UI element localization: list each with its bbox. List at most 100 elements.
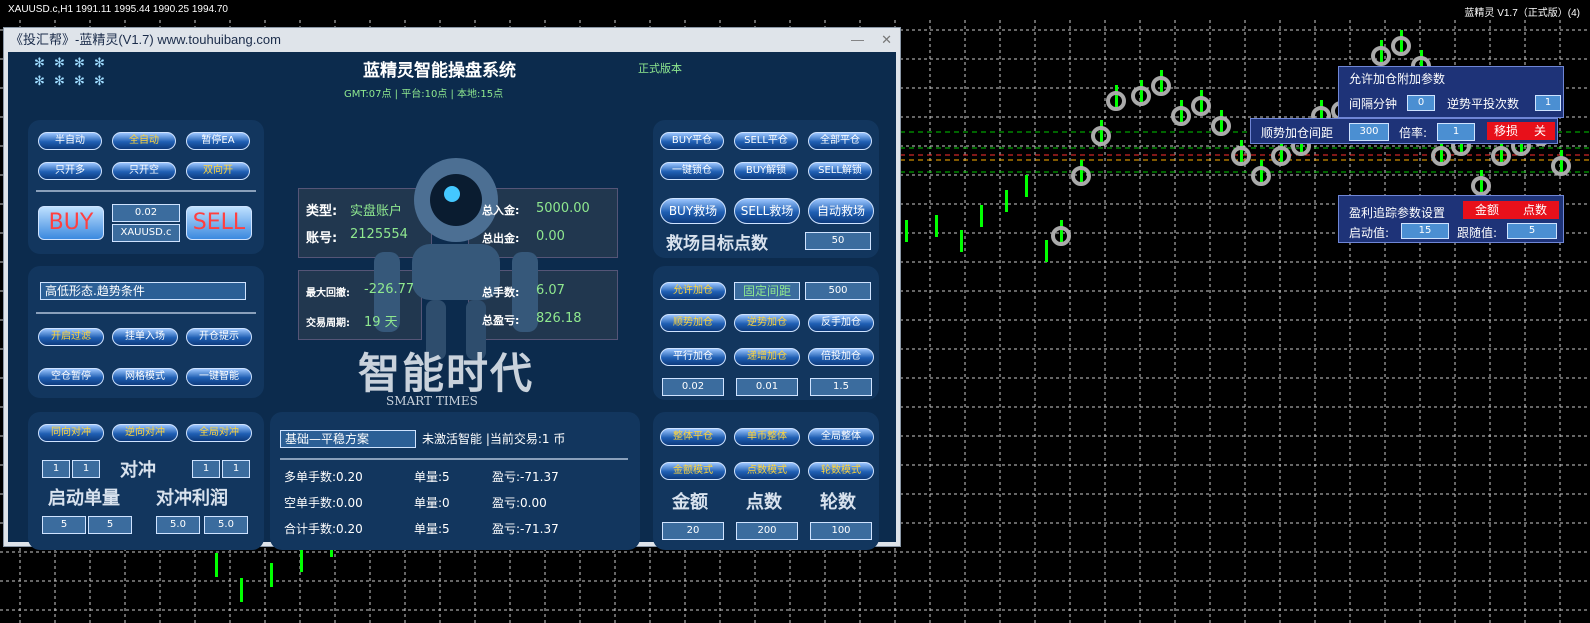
start-lot-input[interactable]: 5: [42, 516, 86, 534]
add-position-button[interactable]: 倍投加仓: [808, 348, 874, 366]
period-value: 19 天: [364, 315, 398, 330]
time-info: GMT:07点 | 平台:10点 | 本地:15点: [344, 89, 504, 100]
hedge-input[interactable]: 1: [192, 460, 220, 478]
add-position-button[interactable]: 逆势加仓: [734, 314, 800, 332]
hedge-input[interactable]: 1: [222, 460, 250, 478]
whole-close-button[interactable]: 整体平仓: [660, 428, 726, 446]
extra-params-title: 允许加仓附加参数: [1349, 72, 1446, 86]
hedge-input[interactable]: 1: [42, 460, 70, 478]
hedge-profit-label: 对冲利润: [156, 488, 228, 509]
filter-button[interactable]: 空仓暂停: [38, 368, 104, 386]
add-position-button[interactable]: 顺势加仓: [660, 314, 726, 332]
buy-button[interactable]: BUY: [38, 206, 104, 240]
rescue-points-input[interactable]: 50: [805, 232, 871, 250]
add-param-input[interactable]: 1.5: [810, 378, 872, 396]
hedge-label: 对冲: [120, 460, 156, 481]
rescue-button[interactable]: SELL救场: [734, 198, 800, 224]
add-position-button[interactable]: 递增加仓: [734, 348, 800, 366]
move-stop-off-button[interactable]: 关: [1525, 122, 1555, 140]
add-distance-input[interactable]: 500: [805, 282, 871, 300]
plan-select[interactable]: 基础—平稳方案: [280, 430, 416, 448]
total-lots-label: 总手数:: [482, 286, 520, 299]
withdraw-value: 0.00: [536, 229, 565, 244]
close-button[interactable]: SELL解锁: [808, 162, 872, 180]
mode-button[interactable]: 全自动: [112, 132, 176, 150]
filter-button[interactable]: 开仓提示: [186, 328, 252, 346]
whole-value-input[interactable]: 20: [662, 522, 724, 540]
lot-input[interactable]: 0.02: [112, 204, 180, 222]
filter-button[interactable]: 开启过滤: [38, 328, 104, 346]
whole-close-button[interactable]: 金额模式: [660, 462, 726, 480]
add-position-button[interactable]: 反手加仓: [808, 314, 874, 332]
hedge-button[interactable]: 同向对冲: [38, 424, 104, 442]
close-button[interactable]: BUY平仓: [660, 132, 724, 150]
condition-display[interactable]: 高低形态.趋势条件: [40, 282, 246, 300]
whole-close-button[interactable]: 单币整体: [734, 428, 800, 446]
hedge-profit-input[interactable]: 5.0: [156, 516, 200, 534]
minimize-button[interactable]: —: [851, 28, 864, 52]
close-button[interactable]: SELL平仓: [734, 132, 798, 150]
trailing-amount-button[interactable]: 金额: [1463, 201, 1511, 219]
add-param-input[interactable]: 0.02: [662, 378, 724, 396]
symbol-input[interactable]: XAUUSD.c: [112, 224, 180, 242]
filter-button[interactable]: 网格模式: [112, 368, 178, 386]
whole-value-input[interactable]: 100: [810, 522, 872, 540]
add-position-button[interactable]: 平行加仓: [660, 348, 726, 366]
whole-close-button[interactable]: 轮数模式: [808, 462, 874, 480]
ratio-label: 倍率:: [1399, 126, 1428, 140]
rescue-label: 救场目标点数: [666, 234, 768, 254]
candle: [1240, 140, 1243, 162]
whole-value-input[interactable]: 200: [736, 522, 798, 540]
mode-button[interactable]: 双向开: [186, 162, 250, 180]
candle: [1080, 160, 1083, 182]
star-icon: ✻: [94, 56, 105, 71]
fixed-distance-button[interactable]: 固定间距: [734, 282, 800, 300]
window-titlebar[interactable]: 《投汇帮》-蓝精灵(V1.7) www.touhuibang.com — ✕: [4, 28, 900, 52]
counter-input[interactable]: 1: [1535, 95, 1561, 111]
start-lot-label: 启动单量: [48, 488, 120, 509]
deposit-label: 总入金:: [482, 204, 520, 217]
candle: [980, 205, 983, 227]
position-cell: 盈亏:-71.37: [492, 522, 559, 536]
candle: [1160, 70, 1163, 92]
hedge-input[interactable]: 1: [72, 460, 100, 478]
add-position-button[interactable]: 允许加仓: [660, 282, 726, 300]
position-cell: 单量:0: [414, 496, 450, 510]
position-cell: 单量:5: [414, 470, 450, 484]
close-button[interactable]: 全部平仓: [808, 132, 872, 150]
filter-button[interactable]: 一键智能: [186, 368, 252, 386]
hedge-button[interactable]: 全局对冲: [186, 424, 252, 442]
start-lot-input[interactable]: 5: [88, 516, 132, 534]
position-cell: 空单手数:0.00: [284, 496, 363, 510]
filter-button[interactable]: 挂单入场: [112, 328, 178, 346]
mode-button[interactable]: 只开多: [38, 162, 102, 180]
extra-params-panel: 允许加仓附加参数 间隔分钟 0 逆势平投次数 1: [1338, 66, 1564, 118]
candle: [300, 548, 303, 572]
mode-button[interactable]: 半自动: [38, 132, 102, 150]
counter-label: 逆势平投次数: [1447, 97, 1520, 111]
start-value-input[interactable]: 15: [1401, 223, 1449, 239]
add-param-input[interactable]: 0.01: [736, 378, 798, 396]
start-value-label: 启动值:: [1349, 226, 1390, 240]
ea-window: 《投汇帮》-蓝精灵(V1.7) www.touhuibang.com — ✕ ✻…: [3, 27, 901, 550]
mode-button[interactable]: 暂停EA: [186, 132, 250, 150]
close-button[interactable]: BUY解锁: [734, 162, 798, 180]
close-button[interactable]: 一键锁仓: [660, 162, 724, 180]
hedge-button[interactable]: 逆向对冲: [112, 424, 178, 442]
follow-value-input[interactable]: 5: [1507, 223, 1557, 239]
ratio-input[interactable]: 1: [1437, 123, 1475, 141]
move-stop-button[interactable]: 移损: [1487, 122, 1525, 140]
rescue-button[interactable]: 自动救场: [808, 198, 874, 224]
candle: [1380, 40, 1383, 62]
rescue-button[interactable]: BUY救场: [660, 198, 726, 224]
mode-button[interactable]: 只开空: [112, 162, 176, 180]
whole-close-button[interactable]: 全局整体: [808, 428, 874, 446]
sell-button[interactable]: SELL: [186, 206, 252, 240]
interval-input[interactable]: 0: [1407, 95, 1435, 111]
whole-close-button[interactable]: 点数模式: [734, 462, 800, 480]
candle: [1140, 80, 1143, 102]
trend-distance-input[interactable]: 300: [1349, 123, 1389, 141]
hedge-profit-input[interactable]: 5.0: [204, 516, 248, 534]
trailing-points-button[interactable]: 点数: [1511, 201, 1559, 219]
close-button[interactable]: ✕: [881, 28, 892, 52]
